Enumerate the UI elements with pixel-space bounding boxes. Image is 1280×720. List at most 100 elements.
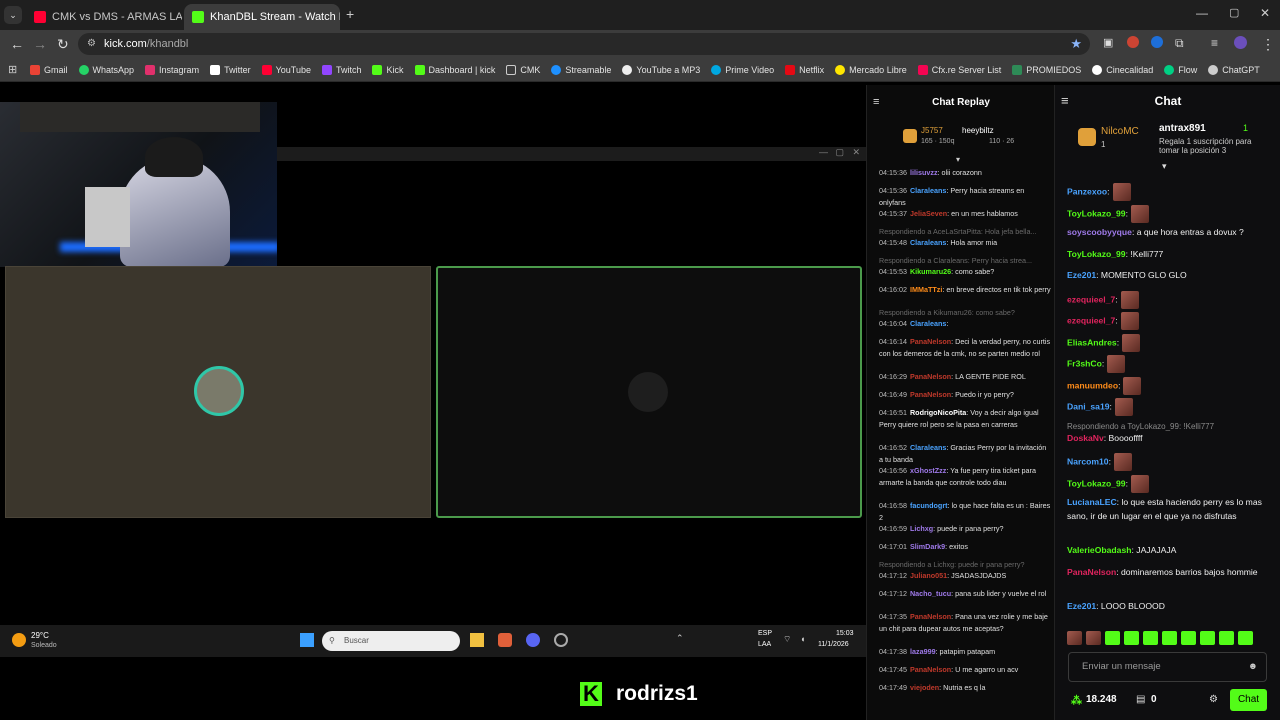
bookmark-promiedos[interactable]: PROMIEDOS — [1012, 64, 1081, 75]
chevron-down-icon[interactable]: ▾ — [1162, 161, 1167, 172]
settings-gear-icon[interactable]: ⚙ — [1209, 694, 1218, 705]
emote-icon[interactable] — [1124, 631, 1139, 645]
username[interactable]: lilisuvzz — [910, 168, 938, 177]
reload-icon[interactable]: ↻ — [57, 36, 69, 53]
emote-icon[interactable] — [1067, 631, 1082, 645]
back-icon[interactable]: ← — [10, 36, 24, 52]
minimize-icon[interactable]: — — [1196, 6, 1208, 20]
username[interactable]: laza999 — [910, 647, 936, 656]
bookmark-flow[interactable]: Flow — [1164, 64, 1197, 75]
profile-avatar[interactable] — [1234, 36, 1247, 49]
username[interactable]: Juliano051 — [910, 571, 947, 580]
username[interactable]: Lichxg — [910, 524, 933, 533]
bookmark-youtube[interactable]: YouTube — [261, 64, 311, 75]
username[interactable]: LucianaLEC — [1067, 497, 1117, 507]
username[interactable]: facundogrt — [910, 501, 948, 510]
bookmark-star-icon[interactable]: ★ — [1070, 33, 1082, 55]
new-tab-button[interactable]: + — [346, 6, 354, 22]
username[interactable]: RodrigoNicoPita — [910, 408, 966, 417]
username[interactable]: SlimDark9 — [910, 542, 945, 551]
username[interactable]: PanaNelson — [1067, 567, 1116, 577]
username[interactable]: soyscoobyyque — [1067, 227, 1132, 237]
bookmark-mercado-libre[interactable]: Mercado Libre — [835, 64, 907, 75]
username[interactable]: manuumdeo — [1067, 380, 1118, 390]
username[interactable]: JeliaSeven — [910, 209, 947, 218]
username[interactable]: Kikumaru26 — [910, 267, 951, 276]
username[interactable]: Dani_sa19 — [1067, 401, 1110, 411]
username[interactable]: viejoden — [910, 683, 939, 692]
username[interactable]: xGhostZzz — [910, 466, 946, 475]
username[interactable]: Narcom10 — [1067, 456, 1109, 466]
username[interactable]: PanaNelson — [910, 372, 951, 381]
emote-icon[interactable] — [1219, 631, 1234, 645]
bookmark-cfx[interactable]: Cfx.re Server List — [917, 64, 1001, 75]
extensions-puzzle-icon[interactable]: ⧉ — [1175, 36, 1184, 51]
tab-search-button[interactable]: ⌄ — [4, 6, 22, 24]
username[interactable]: ValerieObadash — [1067, 545, 1132, 555]
username[interactable]: IMMaTTzi — [910, 285, 942, 294]
chat-input[interactable]: Enviar un mensaje ☻ — [1068, 652, 1267, 682]
emote-icon[interactable] — [1105, 631, 1120, 645]
points-count[interactable]: 18.248 — [1086, 694, 1117, 705]
username[interactable]: Claraleans — [910, 319, 946, 328]
emote-icon[interactable] — [1238, 631, 1253, 645]
gift-icon[interactable]: ▤ — [1136, 694, 1145, 705]
username[interactable]: Claraleans — [910, 238, 946, 247]
bookmark-folder-cmk[interactable]: CMK — [506, 64, 540, 75]
emote-icon[interactable] — [1143, 631, 1158, 645]
username[interactable]: ToyLokazo_99 — [1067, 208, 1126, 218]
bookmark-chatgpt[interactable]: ChatGPT — [1208, 64, 1260, 75]
site-info-icon[interactable]: ⚙ — [87, 33, 96, 55]
username[interactable]: PanaNelson — [910, 390, 951, 399]
username[interactable]: EliasAndres — [1067, 337, 1117, 347]
username[interactable]: PanaNelson — [910, 665, 951, 674]
bookmark-dashboard-kick[interactable]: Dashboard | kick — [414, 64, 495, 75]
bookmark-gmail[interactable]: Gmail — [30, 64, 68, 75]
forward-icon[interactable]: → — [33, 36, 47, 52]
url-field[interactable]: ⚙ kick.com/khandbl ★ — [78, 33, 1090, 55]
gift-sub-text[interactable]: Regala 1 suscripción para tomar la posic… — [1159, 137, 1271, 155]
apps-grid-icon[interactable]: ⊞ — [8, 63, 17, 76]
bookmark-twitter[interactable]: Twitter — [210, 64, 251, 75]
emote-icon[interactable] — [1200, 631, 1215, 645]
cast-icon[interactable]: ▣ — [1103, 36, 1113, 49]
username[interactable]: Panzexoo — [1067, 186, 1107, 196]
send-chat-button[interactable]: Chat — [1230, 689, 1267, 711]
close-window-icon[interactable]: ✕ — [1260, 6, 1270, 20]
media-icon[interactable]: ≡ — [1211, 36, 1218, 50]
username[interactable]: ToyLokazo_99 — [1067, 478, 1126, 488]
video-player[interactable]: — ▢ ✕ 29°C Soleado ⚲ Buscar ⌃ ESP LAA ⌔ … — [0, 85, 866, 720]
emote-icon[interactable] — [1181, 631, 1196, 645]
emote-icon[interactable] — [1086, 631, 1101, 645]
tab-khandbl[interactable]: KhanDBL Stream - Watch Li 🔊 ✕ — [184, 4, 340, 30]
extension-icon[interactable] — [1151, 36, 1163, 48]
chevron-down-icon[interactable]: ▾ — [956, 155, 960, 164]
extension-icon[interactable] — [1127, 36, 1139, 48]
username[interactable]: Eze201 — [1067, 270, 1096, 280]
bookmark-netflix[interactable]: Netflix — [785, 64, 824, 75]
username[interactable]: PanaNelson — [910, 337, 951, 346]
emoji-icon[interactable]: ☻ — [1248, 653, 1258, 681]
bookmark-youtube-mp3[interactable]: YouTube a MP3 — [622, 64, 700, 75]
username[interactable]: PanaNelson — [910, 612, 951, 621]
menu-icon[interactable]: ⋮ — [1261, 36, 1275, 53]
bookmark-streamable[interactable]: Streamable — [551, 64, 611, 75]
bookmark-twitch[interactable]: Twitch — [321, 64, 361, 75]
bookmark-cinecalidad[interactable]: Cinecalidad — [1092, 64, 1153, 75]
username[interactable]: DoskaNv — [1067, 433, 1104, 443]
username[interactable]: Claraleans — [910, 186, 946, 195]
username[interactable]: Eze201 — [1067, 601, 1096, 611]
emote-icon[interactable] — [1162, 631, 1177, 645]
username[interactable]: ezequieel_7 — [1067, 294, 1115, 304]
username[interactable]: Claraleans — [910, 443, 946, 452]
bookmark-kick[interactable]: Kick — [372, 64, 404, 75]
maximize-icon[interactable]: ▢ — [1229, 6, 1239, 19]
bookmark-whatsapp[interactable]: WhatsApp — [78, 64, 134, 75]
username[interactable]: Fr3shCo — [1067, 358, 1102, 368]
tab-cmk[interactable]: CMK vs DMS - ARMAS LARGAS ✕ — [26, 4, 182, 30]
username[interactable]: ToyLokazo_99 — [1067, 249, 1126, 259]
bookmark-instagram[interactable]: Instagram — [145, 64, 199, 75]
bookmark-prime-video[interactable]: Prime Video — [711, 64, 774, 75]
username[interactable]: ezequieel_7 — [1067, 315, 1115, 325]
username[interactable]: Nacho_tucu — [910, 589, 951, 598]
